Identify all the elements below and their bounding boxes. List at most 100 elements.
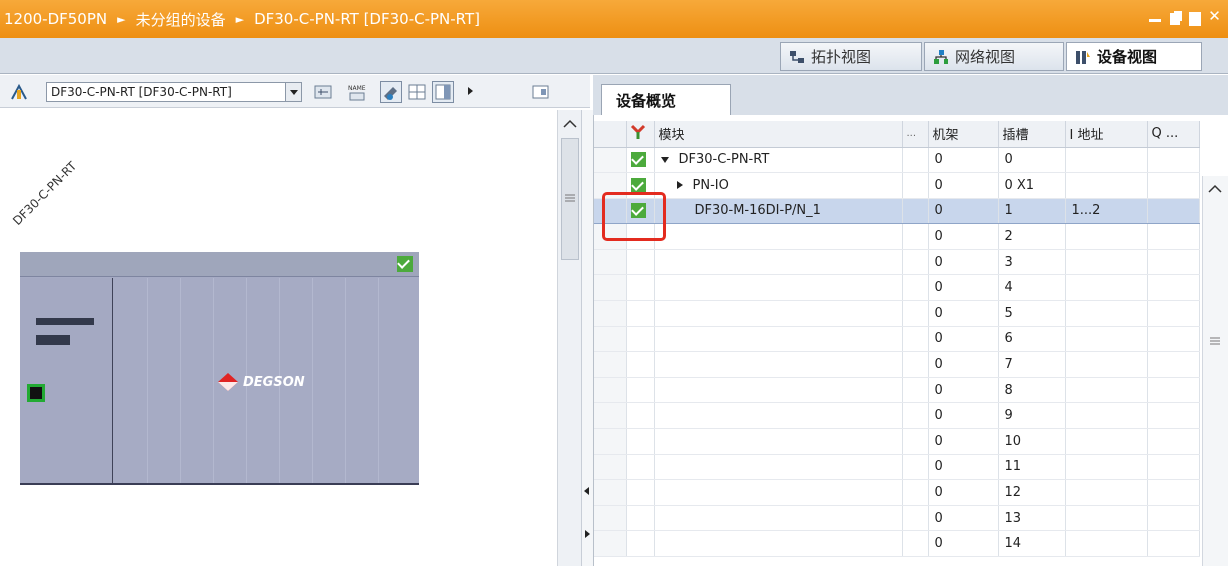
expand-right-icon[interactable] (585, 530, 590, 538)
i-address-cell[interactable]: 1...2 (1065, 197, 1148, 225)
i-address-cell[interactable] (1065, 402, 1148, 430)
row-gutter[interactable] (594, 454, 627, 481)
table-row[interactable]: 06 (594, 326, 1200, 353)
column-more[interactable]: ... (902, 121, 929, 148)
q-address-cell[interactable] (1147, 147, 1200, 174)
slot-cell[interactable]: 1 (998, 197, 1066, 225)
slot-cell[interactable]: 14 (998, 530, 1066, 557)
rack-cell[interactable]: 0 (928, 197, 999, 225)
rack-cell[interactable]: 0 (928, 326, 999, 353)
column-rack[interactable]: 机架 (928, 121, 999, 148)
table-row[interactable]: 03 (594, 249, 1200, 276)
toolbar-more-icon[interactable] (462, 81, 484, 103)
table-row[interactable]: 0 10 (594, 428, 1200, 455)
slot-cell[interactable]: 9 (998, 402, 1066, 430)
rack-cell[interactable]: 0 (928, 172, 999, 199)
table-row[interactable]: 0 13 (594, 505, 1200, 532)
row-gutter[interactable] (594, 147, 627, 174)
table-row[interactable]: PN-IO 0 0 X1 (594, 172, 1200, 199)
table-vertical-scrollbar[interactable] (1202, 176, 1228, 566)
rack-cell[interactable]: 0 (928, 377, 999, 404)
rack-cell[interactable]: 0 (928, 300, 999, 327)
breadcrumb-project[interactable]: 1200-DF50PN (4, 10, 107, 28)
module-cell[interactable]: PN-IO (654, 172, 903, 199)
column-q-address[interactable]: Q ... (1147, 121, 1200, 148)
column-slot[interactable]: 插槽 (998, 121, 1066, 148)
module-cell[interactable] (654, 300, 903, 327)
page-break-icon[interactable] (380, 81, 402, 103)
row-gutter[interactable] (594, 326, 627, 353)
table-row[interactable]: 0 12 (594, 479, 1200, 506)
table-row[interactable]: DF30-M-16DI-P/N_1 0 1 1...2 (594, 197, 1200, 225)
i-address-cell[interactable] (1065, 428, 1148, 455)
row-gutter[interactable] (594, 274, 627, 302)
device-rack[interactable]: DEGSON (20, 252, 419, 485)
table-row[interactable]: 0 14 (594, 530, 1200, 557)
port-icon[interactable] (27, 384, 45, 402)
device-select-dropdown[interactable]: DF30-C-PN-RT [DF30-C-PN-RT] (46, 82, 302, 102)
collapse-left-icon[interactable] (584, 487, 589, 495)
column-module[interactable]: 模块 (654, 121, 903, 148)
module-cell[interactable] (654, 454, 903, 481)
module-cell[interactable] (654, 530, 903, 557)
status-column-header[interactable] (626, 121, 655, 148)
canvas-vertical-scrollbar[interactable] (557, 110, 581, 566)
show-module-names-icon[interactable]: NAME (346, 81, 368, 103)
tab-device-overview[interactable]: 设备概览 (601, 84, 731, 115)
q-address-cell[interactable] (1147, 377, 1200, 404)
slot-cell[interactable]: 10 (998, 428, 1066, 455)
module-cell[interactable] (654, 249, 903, 276)
show-overview-icon[interactable] (530, 81, 552, 103)
rack-cell[interactable]: 0 (928, 223, 999, 250)
slot-cell[interactable]: 13 (998, 505, 1066, 532)
device-network-icon[interactable] (8, 81, 30, 103)
row-gutter[interactable] (594, 300, 627, 327)
rack-cell[interactable]: 0 (928, 249, 999, 276)
i-address-cell[interactable] (1065, 351, 1148, 378)
module-cell[interactable] (654, 351, 903, 378)
q-address-cell[interactable] (1147, 454, 1200, 481)
q-address-cell[interactable] (1147, 249, 1200, 276)
slot-cell[interactable]: 8 (998, 377, 1066, 404)
q-address-cell[interactable] (1147, 428, 1200, 455)
chevron-down-icon[interactable] (285, 83, 301, 101)
rack-cell[interactable]: 0 (928, 274, 999, 302)
panel-splitter[interactable] (581, 110, 593, 566)
rack-cell[interactable]: 0 (928, 402, 999, 430)
column-i-address[interactable]: I 地址 (1065, 121, 1148, 148)
head-module[interactable] (20, 278, 113, 483)
rack-cell[interactable]: 0 (928, 351, 999, 378)
close-icon[interactable]: ✕ (1207, 9, 1222, 24)
slot-cell[interactable]: 3 (998, 249, 1066, 276)
tab-device-view[interactable]: 设备视图 (1066, 42, 1202, 71)
slot-cell[interactable]: 4 (998, 274, 1066, 302)
table-row[interactable]: 0 11 (594, 454, 1200, 481)
list-view-icon[interactable] (432, 81, 454, 103)
slot-cell[interactable]: 7 (998, 351, 1066, 378)
q-address-cell[interactable] (1147, 300, 1200, 327)
module-cell[interactable] (654, 428, 903, 455)
i-address-cell[interactable] (1065, 223, 1148, 250)
slot-cell[interactable]: 11 (998, 454, 1066, 481)
i-address-cell[interactable] (1065, 147, 1148, 174)
slot-cell[interactable]: 6 (998, 326, 1066, 353)
i-address-cell[interactable] (1065, 172, 1148, 199)
rack-cell[interactable]: 0 (928, 479, 999, 506)
i-address-cell[interactable] (1065, 274, 1148, 302)
module-cell[interactable]: DF30-M-16DI-P/N_1 (654, 197, 903, 225)
table-row[interactable]: 02 (594, 223, 1200, 250)
q-address-cell[interactable] (1147, 223, 1200, 250)
breadcrumb-group[interactable]: 未分组的设备 (136, 9, 226, 30)
row-gutter[interactable] (594, 351, 627, 378)
rack-cell[interactable]: 0 (928, 454, 999, 481)
slot-cell[interactable]: 2 (998, 223, 1066, 250)
rack-cell[interactable]: 0 (928, 147, 999, 174)
slot-cell[interactable]: 5 (998, 300, 1066, 327)
module-cell[interactable] (654, 402, 903, 430)
module-cell[interactable]: DF30-C-PN-RT (654, 147, 903, 174)
i-address-cell[interactable] (1065, 454, 1148, 481)
i-address-cell[interactable] (1065, 505, 1148, 532)
i-address-cell[interactable] (1065, 249, 1148, 276)
q-address-cell[interactable] (1147, 351, 1200, 378)
restore-icon[interactable] (1167, 9, 1182, 24)
